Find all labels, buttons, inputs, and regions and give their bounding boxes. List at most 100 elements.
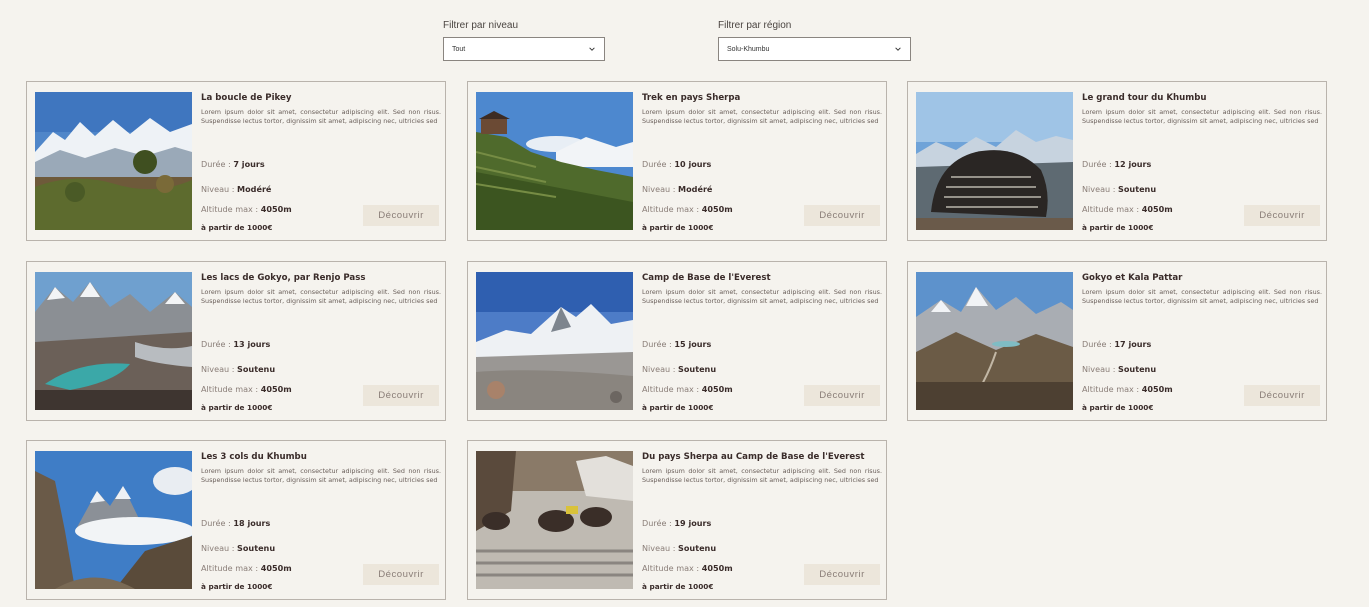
trek-info: Gokyo et Kala Pattar Lorem ipsum dolor s… [1082, 273, 1322, 412]
duration-label: Durée : [642, 159, 672, 169]
trek-description: Lorem ipsum dolor sit amet, consectetur … [201, 108, 441, 126]
altitude-label: Altitude max : [642, 563, 700, 573]
trek-info: Camp de Base de l'Everest Lorem ipsum do… [642, 273, 882, 412]
trek-altitude: Altitude max : 4050m [1082, 384, 1173, 394]
trek-info: Du pays Sherpa au Camp de Base de l'Ever… [642, 452, 882, 591]
chevron-down-icon [895, 47, 901, 51]
duration-label: Durée : [1082, 159, 1112, 169]
trek-price: à partir de 1000€ [642, 582, 714, 591]
trek-title[interactable]: Les lacs de Gokyo, par Renjo Pass [201, 273, 441, 283]
trek-duration: Durée : 13 jours [201, 339, 270, 349]
duration-value: 7 jours [233, 159, 265, 169]
altitude-label: Altitude max : [201, 204, 259, 214]
trek-description: Lorem ipsum dolor sit amet, consectetur … [1082, 288, 1322, 306]
level-select-value: Tout [452, 45, 466, 53]
level-label: Niveau : [642, 364, 676, 374]
duration-value: 12 jours [1114, 159, 1152, 169]
altitude-value: 4050m [701, 384, 733, 394]
level-label: Niveau : [201, 543, 235, 553]
trek-title[interactable]: Les 3 cols du Khumbu [201, 452, 441, 462]
trek-title[interactable]: Camp de Base de l'Everest [642, 273, 882, 283]
trek-title[interactable]: La boucle de Pikey [201, 93, 441, 103]
trek-altitude: Altitude max : 4050m [201, 204, 292, 214]
trek-description: Lorem ipsum dolor sit amet, consectetur … [642, 108, 882, 126]
level-value: Soutenu [678, 364, 717, 374]
trek-price: à partir de 1000€ [1082, 403, 1154, 412]
altitude-label: Altitude max : [201, 384, 259, 394]
trek-image[interactable] [476, 92, 633, 230]
trek-card: Le grand tour du Khumbu Lorem ipsum dolo… [907, 81, 1327, 241]
trek-description: Lorem ipsum dolor sit amet, consectetur … [1082, 108, 1322, 126]
trek-altitude: Altitude max : 4050m [642, 204, 733, 214]
trek-altitude: Altitude max : 4050m [642, 563, 733, 573]
trek-level: Niveau : Soutenu [201, 364, 275, 374]
trek-image[interactable] [476, 451, 633, 589]
altitude-label: Altitude max : [201, 563, 259, 573]
trek-title[interactable]: Gokyo et Kala Pattar [1082, 273, 1322, 283]
duration-value: 13 jours [233, 339, 271, 349]
level-value: Modéré [237, 184, 272, 194]
trek-image[interactable] [35, 272, 192, 410]
level-label: Niveau : [1082, 184, 1116, 194]
trek-info: La boucle de Pikey Lorem ipsum dolor sit… [201, 93, 441, 232]
level-value: Soutenu [237, 543, 276, 553]
level-value: Soutenu [237, 364, 276, 374]
level-label: Niveau : [201, 184, 235, 194]
altitude-value: 4050m [260, 563, 292, 573]
altitude-value: 4050m [260, 384, 292, 394]
duration-label: Durée : [1082, 339, 1112, 349]
discover-button[interactable]: Découvrir [804, 205, 880, 226]
level-filter: Filtrer par niveau Tout [443, 20, 605, 61]
trek-description: Lorem ipsum dolor sit amet, consectetur … [642, 288, 882, 306]
trek-duration: Durée : 15 jours [642, 339, 711, 349]
trek-price: à partir de 1000€ [642, 223, 714, 232]
trek-level: Niveau : Soutenu [642, 364, 716, 374]
chevron-down-icon [589, 47, 595, 51]
discover-button[interactable]: Découvrir [363, 205, 439, 226]
filters-bar: Filtrer par niveau Tout Filtrer par régi… [0, 0, 1369, 70]
trek-image[interactable] [916, 92, 1073, 230]
trek-price: à partir de 1000€ [642, 403, 714, 412]
duration-label: Durée : [201, 339, 231, 349]
trek-info: Les 3 cols du Khumbu Lorem ipsum dolor s… [201, 452, 441, 591]
trek-duration: Durée : 12 jours [1082, 159, 1151, 169]
trek-altitude: Altitude max : 4050m [1082, 204, 1173, 214]
level-select[interactable]: Tout [443, 37, 605, 61]
altitude-label: Altitude max : [1082, 384, 1140, 394]
trek-title[interactable]: Le grand tour du Khumbu [1082, 93, 1322, 103]
altitude-label: Altitude max : [642, 204, 700, 214]
discover-button[interactable]: Découvrir [804, 564, 880, 585]
altitude-value: 4050m [701, 204, 733, 214]
discover-button[interactable]: Découvrir [363, 385, 439, 406]
region-filter: Filtrer par région Solu-Khumbu [718, 20, 911, 61]
discover-button[interactable]: Découvrir [804, 385, 880, 406]
discover-button[interactable]: Découvrir [363, 564, 439, 585]
trek-card: La boucle de Pikey Lorem ipsum dolor sit… [26, 81, 446, 241]
duration-value: 10 jours [674, 159, 712, 169]
trek-image[interactable] [35, 92, 192, 230]
trek-level: Niveau : Soutenu [642, 543, 716, 553]
trek-image[interactable] [476, 272, 633, 410]
trek-title[interactable]: Trek en pays Sherpa [642, 93, 882, 103]
trek-description: Lorem ipsum dolor sit amet, consectetur … [642, 467, 882, 485]
trek-price: à partir de 1000€ [201, 223, 273, 232]
altitude-label: Altitude max : [642, 384, 700, 394]
duration-label: Durée : [201, 159, 231, 169]
trek-image[interactable] [35, 451, 192, 589]
duration-value: 19 jours [674, 518, 712, 528]
duration-value: 17 jours [1114, 339, 1152, 349]
duration-label: Durée : [201, 518, 231, 528]
trek-duration: Durée : 7 jours [201, 159, 265, 169]
region-select[interactable]: Solu-Khumbu [718, 37, 911, 61]
trek-image[interactable] [916, 272, 1073, 410]
trek-title[interactable]: Du pays Sherpa au Camp de Base de l'Ever… [642, 452, 882, 462]
altitude-value: 4050m [1141, 384, 1173, 394]
discover-button[interactable]: Découvrir [1244, 385, 1320, 406]
level-label: Niveau : [1082, 364, 1116, 374]
level-value: Soutenu [678, 543, 717, 553]
trek-level: Niveau : Modéré [642, 184, 712, 194]
altitude-label: Altitude max : [1082, 204, 1140, 214]
trek-altitude: Altitude max : 4050m [642, 384, 733, 394]
discover-button[interactable]: Découvrir [1244, 205, 1320, 226]
trek-level: Niveau : Soutenu [1082, 364, 1156, 374]
